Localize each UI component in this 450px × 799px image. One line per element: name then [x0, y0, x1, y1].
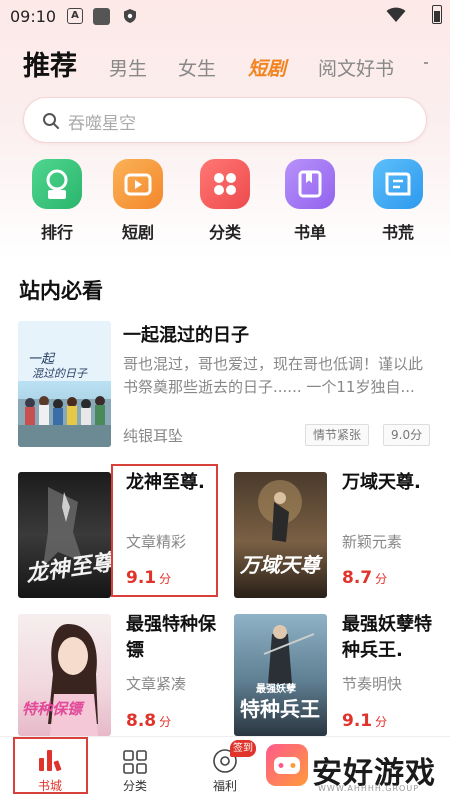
tab-good-books[interactable]: 阅文好书 [318, 54, 394, 81]
shortcut-booklist[interactable]: 书单 [281, 159, 339, 249]
book-score: 9.1 分 [342, 711, 387, 731]
featured-book-author: 纯银耳坠 [123, 427, 184, 445]
book-score-value: 8.8 [126, 711, 157, 731]
book-score-unit: 分 [375, 715, 388, 729]
book-score-unit: 分 [159, 715, 172, 729]
featured-book-description: 哥也混过，哥也爱过，现在哥也低调！谨以此书祭奠那些逝去的日子...... 一个1… [123, 355, 424, 396]
book-cover[interactable]: 最强妖孽 特种兵王 [234, 614, 327, 736]
book-score-value: 9.1 [342, 711, 373, 731]
svg-text:特种保镖: 特种保镖 [22, 700, 85, 718]
book-cover[interactable]: 特种保镖 [18, 614, 111, 736]
featured-book-tag: 情节紧张 [305, 424, 370, 446]
more-tabs-indicator [424, 62, 428, 64]
book-tag: 文章紧凑 [126, 675, 187, 693]
category-icon [123, 750, 147, 774]
book-tag: 新颖元素 [342, 533, 403, 551]
featured-book-score-tag: 9.0分 [383, 424, 431, 446]
ranking-icon [32, 159, 82, 209]
nav-category[interactable]: 分类 [97, 737, 173, 797]
shield-icon [124, 9, 136, 23]
book-title[interactable]: 最强妖孽特种兵王. [342, 612, 442, 664]
shortcut-ranking-label: 排行 [40, 223, 73, 242]
nav-selection-highlight [13, 737, 88, 794]
book-request-icon [373, 159, 423, 209]
shortcut-book-shortage-label: 书荒 [381, 223, 414, 242]
book-title[interactable]: 最强特种保镖 [126, 612, 224, 664]
category-grid-icon [200, 159, 250, 209]
watermark-logo-icon [266, 744, 308, 786]
shortcut-category[interactable]: 分类 [196, 159, 254, 249]
shortcut-booklist-label: 书单 [293, 223, 326, 242]
book-tag: 节奏明快 [342, 675, 403, 693]
svg-text:万域天尊: 万域天尊 [239, 553, 323, 577]
notification-a-icon: A [67, 8, 83, 24]
svg-text:最强妖孽: 最强妖孽 [256, 682, 296, 695]
status-bar: 09:10 A [0, 0, 450, 32]
wifi-icon [386, 7, 406, 22]
shortcut-category-label: 分类 [208, 223, 241, 242]
featured-book-title[interactable]: 一起混过的日子 [123, 321, 249, 347]
selection-highlight [111, 464, 218, 597]
status-time: 09:10 [10, 7, 57, 26]
section-title: 站内必看 [19, 279, 103, 303]
booklist-icon [285, 159, 335, 209]
watermark-logo-subtext: WWW.AHHHH.GROUP [318, 784, 420, 793]
shortcut-book-shortage[interactable]: 书荒 [369, 159, 427, 249]
shortcut-short-drama-label: 短剧 [121, 223, 154, 242]
search-placeholder: 吞噬星空 [68, 114, 136, 134]
search-icon [43, 113, 59, 129]
nav-welfare-label: 福利 [212, 779, 237, 793]
book-title[interactable]: 万域天尊. [342, 470, 421, 496]
checkin-badge: 签到 [230, 740, 256, 757]
nav-category-label: 分类 [122, 779, 147, 793]
notification-square-icon [93, 8, 110, 25]
tab-recommend[interactable]: 推荐 [23, 44, 77, 83]
book-score: 8.7 分 [342, 568, 387, 588]
shortcut-short-drama[interactable]: 短剧 [109, 159, 167, 249]
search-bar[interactable]: 吞噬星空 [23, 97, 427, 143]
category-tabs: 推荐 男生 女生 短剧 阅文好书 [0, 40, 450, 84]
featured-book-cover[interactable]: 一起 混过的日子 [18, 321, 111, 447]
book-cover[interactable]: 万域天尊 [234, 472, 327, 598]
svg-text:一起: 一起 [28, 352, 56, 367]
tab-female[interactable]: 女生 [178, 54, 216, 81]
book-score-value: 8.7 [342, 568, 373, 588]
book-score: 8.8 分 [126, 711, 171, 731]
svg-text:龙神至尊: 龙神至尊 [24, 549, 111, 587]
tab-short-drama[interactable]: 短剧 [248, 54, 286, 81]
svg-text:混过的日子: 混过的日子 [32, 367, 88, 380]
tab-male[interactable]: 男生 [109, 54, 147, 81]
svg-text:特种兵王: 特种兵王 [240, 697, 320, 721]
battery-icon [432, 5, 442, 24]
book-score-unit: 分 [375, 572, 388, 586]
book-cover[interactable]: 龙神至尊 [18, 472, 111, 598]
video-icon [113, 159, 163, 209]
shortcut-ranking[interactable]: 排行 [28, 159, 86, 249]
